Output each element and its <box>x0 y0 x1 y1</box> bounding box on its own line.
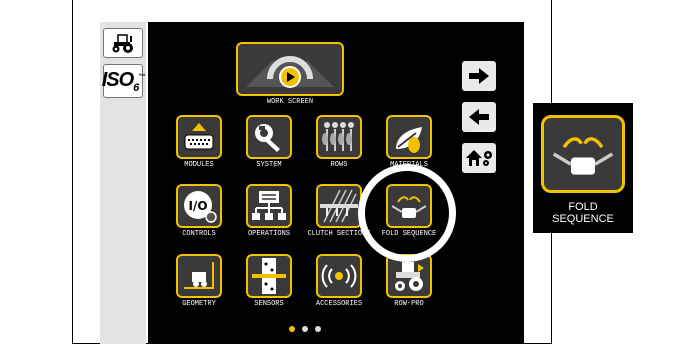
tile-label-materials: MATERIALS <box>390 161 428 169</box>
fold-sequence-icon <box>391 196 427 218</box>
fold-sequence-callout-tile <box>541 115 625 193</box>
page-dot[interactable] <box>302 326 308 332</box>
tile-label-fold-sequence: FOLD SEQUENCE <box>381 230 437 238</box>
tile-clutch-sections[interactable] <box>316 184 362 228</box>
rows-icon <box>322 122 354 151</box>
io-icon: I/O <box>184 191 217 223</box>
home-settings-button[interactable] <box>462 143 496 173</box>
iso-button[interactable]: ISO6™ <box>101 64 146 98</box>
tractor-button[interactable] <box>103 28 143 58</box>
operations-icon <box>252 191 286 220</box>
home-gear-icon <box>466 150 492 166</box>
tile-system[interactable] <box>246 115 292 159</box>
next-button[interactable] <box>462 61 496 91</box>
seeds-icon <box>396 127 422 153</box>
tile-sensors[interactable] <box>246 254 292 298</box>
fold-sequence-callout: FOLD SEQUENCE <box>533 103 633 233</box>
tile-controls[interactable]: I/O <box>176 184 222 228</box>
svg-text:I/O: I/O <box>188 199 207 213</box>
tile-fold-sequence[interactable] <box>386 184 432 228</box>
fold-sequence-icon-large <box>552 137 614 175</box>
tile-label-row-pro: ROW-PRO <box>394 300 424 308</box>
fold-sequence-callout-label: FOLD SEQUENCE <box>552 201 614 225</box>
broadcast-icon <box>321 264 357 288</box>
iso-logo: ISO6™ <box>101 68 146 94</box>
row-pro-tractor-icon <box>395 262 424 291</box>
work-screen-label: WORK SCREEN <box>266 98 314 106</box>
sensors-icon <box>252 258 286 294</box>
work-screen-icon <box>246 56 334 88</box>
work-screen-button[interactable] <box>236 42 344 96</box>
tile-operations[interactable] <box>246 184 292 228</box>
tile-accessories[interactable] <box>316 254 362 298</box>
modules-icon <box>184 123 214 150</box>
tractor-icon <box>112 34 133 53</box>
tile-rows[interactable] <box>316 115 362 159</box>
tile-row-pro[interactable] <box>386 254 432 298</box>
tile-geometry[interactable] <box>176 254 222 298</box>
tile-modules[interactable] <box>176 115 222 159</box>
wrench-icon <box>255 124 280 152</box>
geometry-icon <box>184 262 214 289</box>
page-dot-active[interactable] <box>289 326 295 332</box>
tile-materials[interactable] <box>386 115 432 159</box>
back-button[interactable] <box>462 102 496 132</box>
arrow-right-icon <box>469 68 489 84</box>
page-dot[interactable] <box>315 326 321 332</box>
left-sidebar: ISO6™ <box>100 22 146 344</box>
clutch-sections-icon <box>320 189 358 223</box>
arrow-left-icon <box>469 109 489 125</box>
